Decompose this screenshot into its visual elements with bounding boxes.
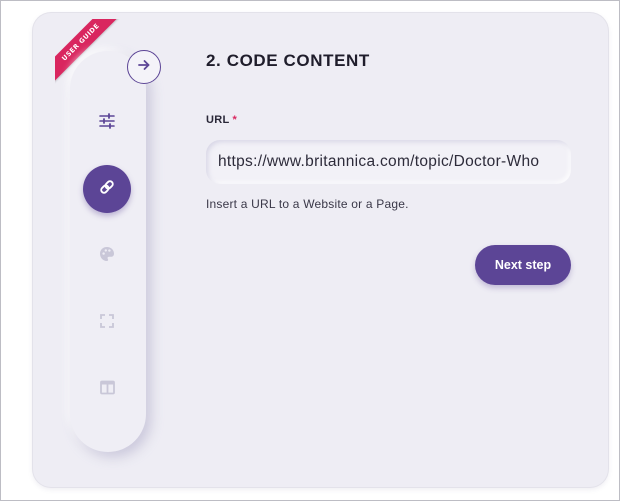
next-step-button[interactable]: Next step [475,245,571,285]
sidebar-item-style[interactable] [83,232,131,280]
url-input[interactable] [206,140,571,184]
step-title: 2. CODE CONTENT [206,51,370,70]
sidebar-item-link[interactable] [83,165,131,213]
fullscreen-icon [99,313,115,333]
sliders-icon [98,112,116,134]
sidebar-item-layout[interactable] [83,365,131,413]
url-field-label: URL * [206,114,237,126]
collapse-sidebar-button[interactable] [127,50,161,84]
url-hint: Insert a URL to a Website or a Page. [206,197,409,211]
required-marker: * [232,114,238,126]
layout-icon [99,379,116,400]
url-label-text: URL [206,114,230,126]
sidebar-item-settings[interactable] [83,99,131,147]
sidebar-item-size[interactable] [83,299,131,347]
palette-icon [98,245,116,267]
arrow-right-icon [136,57,152,77]
link-icon [98,178,116,200]
